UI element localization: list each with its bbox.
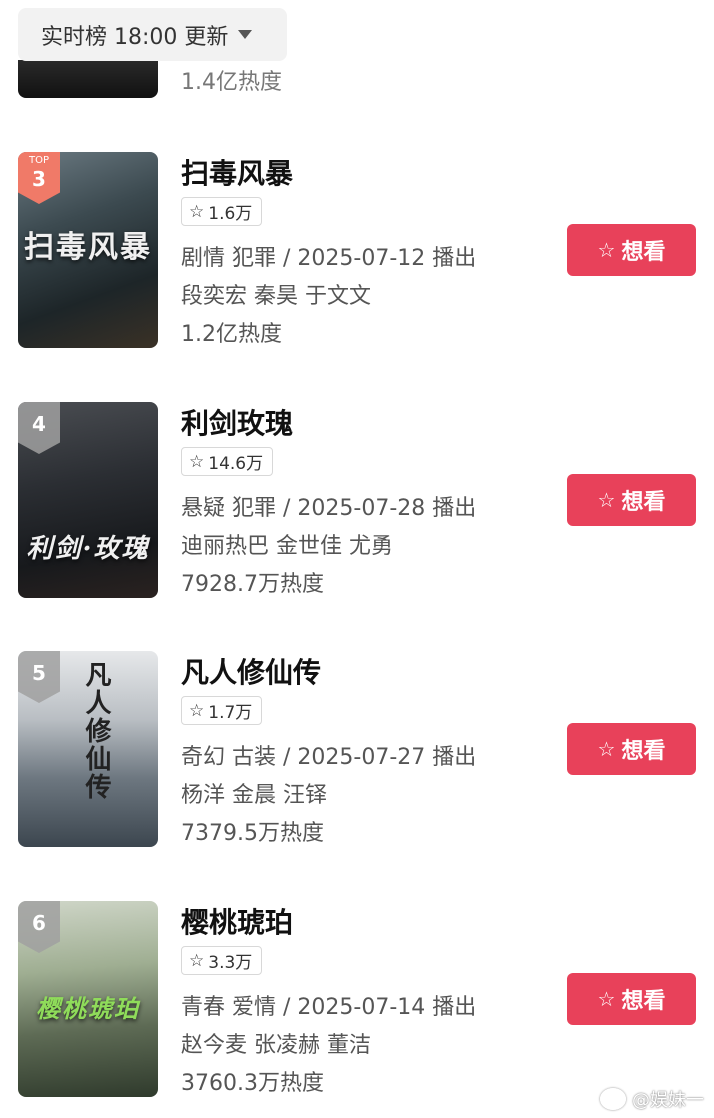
heat-value: 7379.5万热度 bbox=[181, 821, 324, 846]
star-outline-icon: ☆ bbox=[189, 950, 205, 971]
cast: 段奕宏 秦昊 于文文 bbox=[181, 284, 371, 309]
want-to-watch-label: 想看 bbox=[621, 989, 666, 1014]
want-to-watch-label: 想看 bbox=[621, 490, 666, 515]
poster-title: 利剑·玫瑰 bbox=[26, 534, 150, 564]
want-to-watch-button[interactable]: ☆ 想看 bbox=[567, 723, 696, 775]
poster-image[interactable]: 扫毒风暴 TOP 3 bbox=[18, 152, 158, 348]
cast: 赵今麦 张凌赫 董洁 bbox=[181, 1033, 371, 1058]
rank-number: 6 bbox=[32, 911, 46, 935]
list-item[interactable]: 利剑·玫瑰 4 利剑玫瑰 ☆ 14.6万 悬疑 犯罪 / 2025-07-28 … bbox=[0, 402, 714, 602]
cast: 杨洋 金晨 汪铎 bbox=[181, 783, 327, 808]
rating-count: 14.6万 bbox=[208, 454, 264, 474]
want-to-watch-button[interactable]: ☆ 想看 bbox=[567, 973, 696, 1025]
want-to-watch-label: 想看 bbox=[621, 240, 666, 265]
watermark-text: @娱妹一 bbox=[632, 1090, 704, 1111]
star-outline-icon: ☆ bbox=[189, 451, 205, 472]
list-item[interactable]: 樱桃琥珀 6 樱桃琥珀 ☆ 3.3万 青春 爱情 / 2025-07-14 播出… bbox=[0, 901, 714, 1101]
rank-number: 3 bbox=[32, 167, 46, 191]
ranking-filter-label: 实时榜 18:00 更新 bbox=[41, 24, 229, 50]
want-to-watch-button[interactable]: ☆ 想看 bbox=[567, 224, 696, 276]
rank-number: 4 bbox=[32, 412, 46, 436]
item-title[interactable]: 利剑玫瑰 bbox=[181, 402, 293, 442]
poster-title: 凡人修仙传 bbox=[81, 661, 111, 801]
list-item[interactable]: 凡人修仙传 5 凡人修仙传 ☆ 1.7万 奇幻 古装 / 2025-07-27 … bbox=[0, 651, 714, 851]
star-outline-icon: ☆ bbox=[189, 201, 205, 222]
rating-count: 3.3万 bbox=[208, 953, 253, 973]
star-outline-icon: ☆ bbox=[597, 737, 616, 761]
star-outline-icon: ☆ bbox=[189, 700, 205, 721]
rating-badge: ☆ 1.6万 bbox=[181, 197, 263, 226]
rating-badge: ☆ 1.7万 bbox=[181, 696, 263, 725]
poster-title: 扫毒风暴 bbox=[24, 230, 152, 265]
ranking-filter-dropdown[interactable]: 实时榜 18:00 更新 bbox=[18, 8, 287, 61]
caret-down-icon bbox=[238, 30, 253, 39]
heat-value: 7928.7万热度 bbox=[181, 572, 324, 597]
star-outline-icon: ☆ bbox=[597, 987, 616, 1011]
star-outline-icon: ☆ bbox=[597, 238, 616, 262]
top-label: TOP bbox=[28, 155, 49, 166]
rating-badge: ☆ 14.6万 bbox=[181, 447, 274, 476]
star-outline-icon: ☆ bbox=[597, 488, 616, 512]
rating-badge: ☆ 3.3万 bbox=[181, 946, 263, 975]
heat-value: 1.2亿热度 bbox=[181, 322, 282, 347]
list-item[interactable]: 扫毒风暴 TOP 3 扫毒风暴 ☆ 1.6万 剧情 犯罪 / 2025-07-1… bbox=[0, 152, 714, 352]
genre-date: 悬疑 犯罪 / 2025-07-28 播出 bbox=[181, 496, 477, 521]
cast: 迪丽热巴 金世佳 尤勇 bbox=[181, 534, 393, 559]
want-to-watch-button[interactable]: ☆ 想看 bbox=[567, 474, 696, 526]
genre-date: 剧情 犯罪 / 2025-07-12 播出 bbox=[181, 246, 477, 271]
item-title[interactable]: 凡人修仙传 bbox=[181, 651, 321, 691]
previous-item-heat: 1.4亿热度 bbox=[181, 70, 282, 95]
heat-value: 3760.3万热度 bbox=[181, 1071, 324, 1096]
rating-count: 1.7万 bbox=[208, 703, 253, 723]
poster-image[interactable]: 利剑·玫瑰 4 bbox=[18, 402, 158, 598]
genre-date: 奇幻 古装 / 2025-07-27 播出 bbox=[181, 745, 477, 770]
poster-image[interactable]: 樱桃琥珀 6 bbox=[18, 901, 158, 1097]
genre-date: 青春 爱情 / 2025-07-14 播出 bbox=[181, 995, 477, 1020]
rating-count: 1.6万 bbox=[208, 204, 253, 224]
poster-image[interactable]: 凡人修仙传 5 bbox=[18, 651, 158, 847]
item-title[interactable]: 扫毒风暴 bbox=[181, 152, 293, 192]
poster-title: 樱桃琥珀 bbox=[36, 994, 140, 1023]
watermark: @娱妹一 bbox=[600, 1086, 704, 1112]
item-title[interactable]: 樱桃琥珀 bbox=[181, 901, 293, 941]
previous-item-poster[interactable] bbox=[18, 60, 158, 98]
rank-number: 5 bbox=[32, 661, 46, 685]
want-to-watch-label: 想看 bbox=[621, 739, 666, 764]
weibo-icon bbox=[600, 1088, 626, 1110]
